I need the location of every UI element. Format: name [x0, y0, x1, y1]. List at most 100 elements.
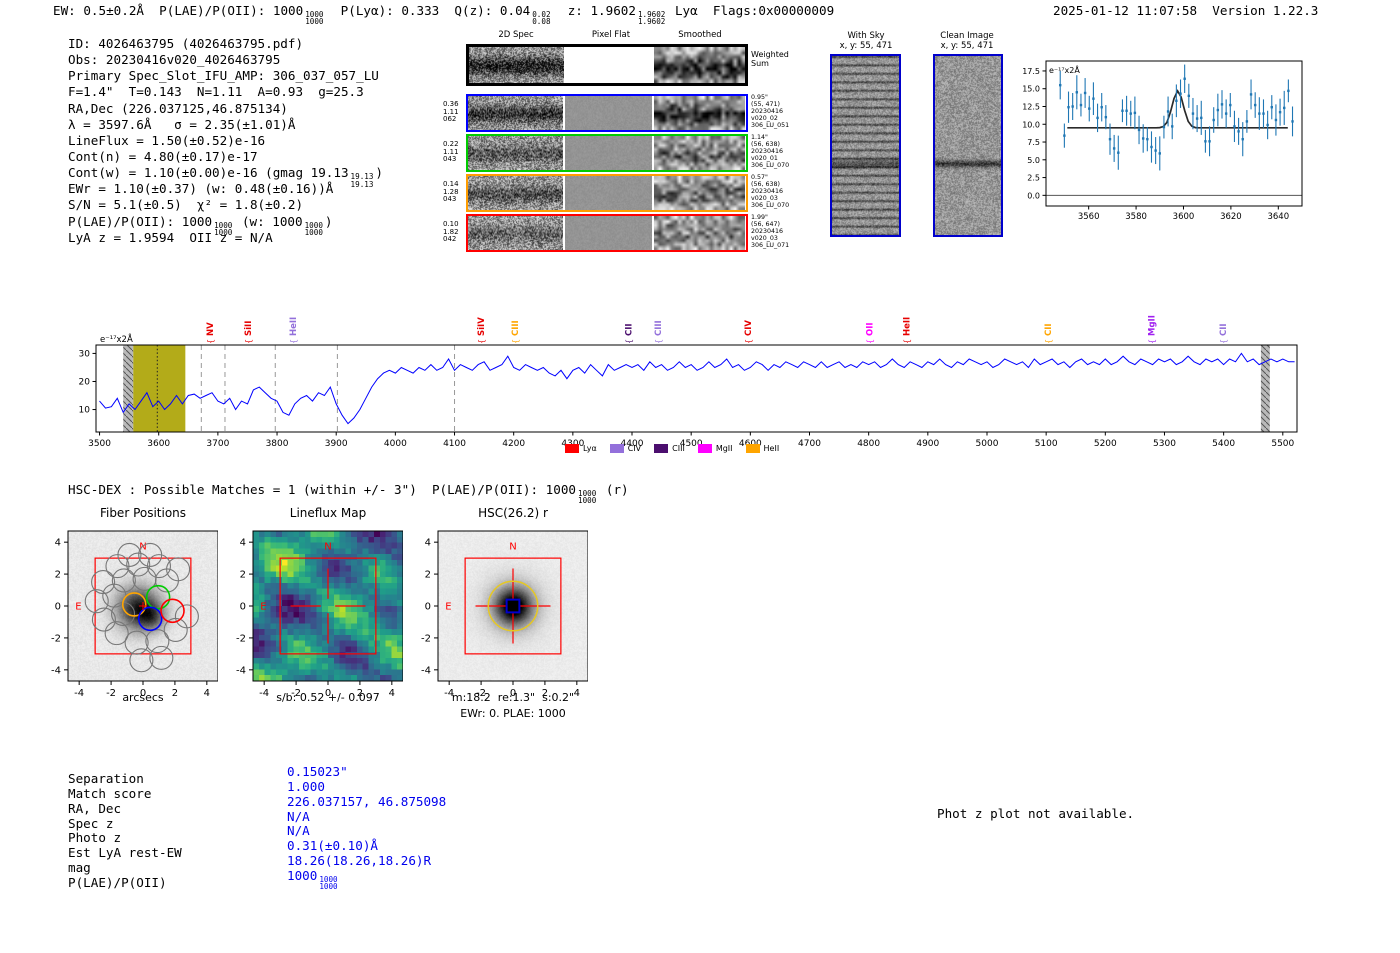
- svg-text:5300: 5300: [1153, 439, 1176, 449]
- text-segment: Cont(w) = 1.10(±0.00)e-16 (gmag 19.13: [68, 165, 349, 181]
- svg-text:-4: -4: [51, 665, 61, 676]
- svg-text:4800: 4800: [857, 439, 880, 449]
- masked-band: [123, 345, 134, 432]
- spec2d-row-left-label: 0.22 1.11 043: [443, 140, 459, 164]
- svg-text:10.0: 10.0: [1022, 120, 1040, 129]
- header-timestamp-version: 2025-01-12 11:07:58 Version 1.22.3: [1053, 3, 1318, 18]
- lineflux-map-overlay: 420-2-4-4 -2 0 2 4NE: [236, 530, 403, 699]
- text-segment: 226.037157, 46.875098: [287, 793, 447, 809]
- svg-text:17.5: 17.5: [1022, 67, 1040, 76]
- text-segment: EWr = 1.10(±0.37) (w: 0.48(±0.16))Å: [68, 181, 334, 197]
- emission-line-label: CII: [1044, 323, 1054, 336]
- fiber-circle: [174, 604, 199, 629]
- east-label: E: [260, 602, 266, 613]
- match-table-values: 0.15023" 1.000 226.037157, 46.875098 N/A N/A…: [287, 764, 447, 891]
- text-segment: N/A: [287, 823, 310, 839]
- svg-text:0: 0: [55, 602, 61, 613]
- svg-text:5100: 5100: [1035, 439, 1058, 449]
- svg-text:20: 20: [79, 377, 91, 387]
- legend-swatch: [697, 444, 712, 453]
- legend-swatch: [654, 444, 669, 453]
- match-label: RA, Dec: [68, 800, 122, 816]
- spec2d-row-right-label: 1.14" (56, 638) 20230416 v020_01 306_LU_…: [751, 134, 790, 169]
- spec2d-column-title: Smoothed: [678, 30, 722, 40]
- svg-text:3800: 3800: [266, 439, 289, 449]
- match-table-labels: Separation Match score RA, Dec Spec z Photo …: [68, 771, 182, 891]
- spec2d-row-left-label: 0.10 1.82 042: [443, 220, 459, 244]
- highlight-band: [133, 345, 186, 432]
- text-segment: 18.26(18.26,18.26)R: [287, 853, 432, 869]
- info-line: ID: 4026463795 (4026463795.pdf): [68, 36, 383, 52]
- svg-text:0.0: 0.0: [1027, 191, 1040, 200]
- legend-item: HeII: [745, 444, 779, 453]
- clean-cutout: [935, 56, 1001, 235]
- match-value: N/A: [287, 823, 446, 839]
- north-label: N: [324, 541, 331, 552]
- detection-info-block: ID: 4026463795 (4026463795.pdf) Obs: 2023…: [68, 36, 383, 246]
- fiber-circle: [126, 552, 151, 577]
- full-spectrum-chart: 1020303500360037003800390040004100420043…: [79, 315, 1298, 449]
- emission-line-label: HeII: [289, 317, 299, 336]
- legend-swatch: [745, 444, 760, 453]
- text-segment: λ = 3597.6Å σ = 2.35(±1.01)Å: [68, 116, 296, 132]
- match-value: 1.000: [287, 779, 446, 795]
- svg-text:0: 0: [425, 602, 431, 613]
- fiber-circle: [145, 629, 170, 654]
- svg-text:3500: 3500: [88, 439, 111, 449]
- svg-text:-2: -2: [421, 633, 431, 644]
- info-line: Cont(n) = 4.80(±0.17)e-17: [68, 149, 383, 165]
- info-line: Cont(w) = 1.10(±0.00)e-16 (gmag 19.13 19.…: [68, 165, 383, 188]
- clean-image-title: Clean Image: [940, 31, 994, 41]
- svg-text:5.0: 5.0: [1027, 156, 1040, 165]
- text-segment: P(LAE)/P(OII): 1000: [68, 213, 213, 229]
- stacked-fraction: 1000 1000: [305, 10, 324, 27]
- emission-line-brace: {: [654, 339, 663, 344]
- match-value: 1000 1000 1000: [287, 868, 446, 891]
- spec2d-row-right-label: 0.57" (56, 638) 20230416 v020_03 306_LU_…: [751, 174, 790, 209]
- emission-line-label: CIII: [511, 320, 521, 336]
- spec2d-column-title: Pixel Flat: [591, 30, 631, 40]
- text-segment: Primary Spec_Slot_IFU_AMP: 306_037_057_L…: [68, 68, 379, 84]
- spec2d-row: [466, 44, 748, 86]
- spec2d-row-right-label: 0.95" (55, 471) 20230416 v020_02 306_LU_…: [751, 94, 790, 129]
- emission-line-brace: {: [865, 339, 874, 344]
- emission-line-brace: {: [744, 339, 753, 344]
- text-segment: P(Lyα): 0.333 Q(z): 0.04: [325, 3, 531, 18]
- svg-text:2: 2: [240, 570, 246, 581]
- timestamp: 2025-01-12 11:07:58: [1053, 3, 1198, 18]
- info-line: EWr = 1.10(±0.37) (w: 0.48(±0.16))Å: [68, 181, 383, 197]
- spec2d-row: [466, 214, 748, 252]
- hsc-cutout-caption2: EWr: 0. PLAE: 1000: [460, 707, 566, 720]
- emission-line-brace: {: [206, 339, 215, 344]
- svg-text:3620: 3620: [1220, 212, 1242, 222]
- elixer-report-page: { "accent_colors": {"value_blue": "#0000…: [0, 0, 1400, 953]
- legend-label: CIII: [672, 444, 685, 453]
- emission-line-brace: {: [1147, 339, 1156, 344]
- svg-text:4200: 4200: [502, 439, 525, 449]
- match-label: Est LyA rest-EW: [68, 845, 182, 861]
- svg-text:5400: 5400: [1212, 439, 1235, 449]
- version: Version 1.22.3: [1212, 3, 1319, 18]
- selected-fiber-circle: [145, 584, 171, 610]
- svg-text:3700: 3700: [206, 439, 229, 449]
- fiber-circle: [91, 607, 116, 632]
- info-line: LyA z = 1.9594 OII z = N/A: [68, 230, 383, 246]
- svg-text:4000: 4000: [384, 439, 407, 449]
- info-line: RA,Dec (226.037125,46.875134): [68, 101, 383, 117]
- center-square: [505, 598, 521, 614]
- selected-fiber-circle: [137, 606, 163, 632]
- match-label: Spec z: [68, 815, 114, 831]
- emission-line-brace: {: [1219, 339, 1228, 344]
- stacked-fraction: 0.02 0.08: [532, 10, 551, 27]
- text-segment: (r): [598, 482, 629, 497]
- emission-line-label: CIV: [744, 320, 754, 336]
- text-segment: S/N = 5.1(±0.5) χ² = 1.8(±0.2): [68, 197, 304, 213]
- emission-line-label: HeII: [903, 317, 913, 336]
- info-line: Obs: 20230416v020_4026463795: [68, 52, 383, 68]
- stacked-fraction: 1000 1000: [578, 489, 597, 506]
- legend-item: CIV: [609, 444, 641, 453]
- spec2d-column-title: 2D Spec: [498, 30, 534, 40]
- emission-line-brace: {: [477, 339, 486, 344]
- svg-text:2: 2: [55, 570, 61, 581]
- hsc-cutout-overlay: 420-2-4-4 -2 0 2 4NE: [421, 530, 588, 699]
